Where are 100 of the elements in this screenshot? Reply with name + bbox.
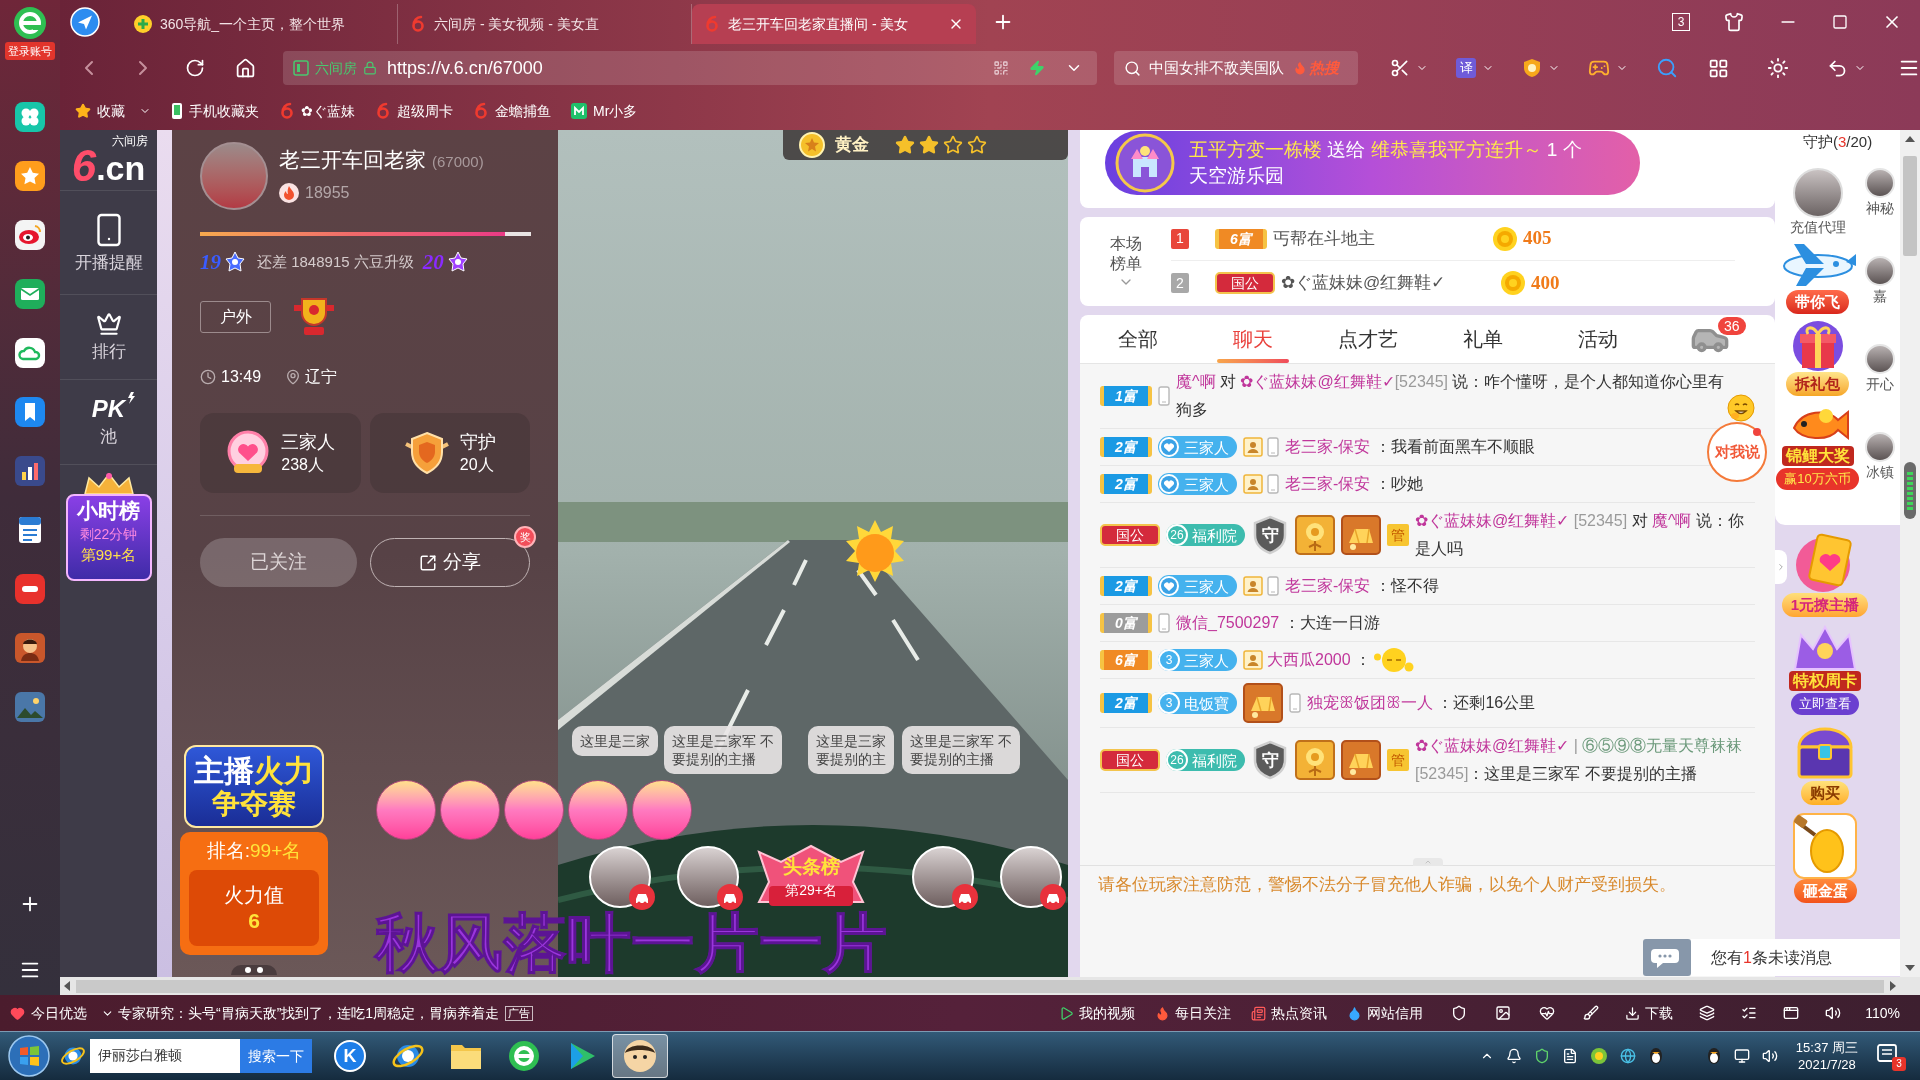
- site-label: 六间房: [315, 58, 357, 78]
- power-value: 6: [248, 908, 260, 934]
- translate-button[interactable]: 译: [1456, 58, 1476, 78]
- clover-icon[interactable]: [15, 102, 45, 132]
- scroll-up-icon[interactable]: [1905, 136, 1915, 142]
- status-link[interactable]: 网站信用: [1347, 1002, 1424, 1024]
- volume-icon[interactable]: [1761, 1048, 1778, 1064]
- network-icon[interactable]: [1733, 1048, 1750, 1064]
- checklist-icon[interactable]: [1741, 1005, 1758, 1021]
- tag-icon[interactable]: [15, 574, 45, 604]
- tab-count-button[interactable]: 3: [1672, 13, 1690, 31]
- taskbar-app[interactable]: [612, 1034, 668, 1078]
- cloud-icon[interactable]: [15, 338, 45, 368]
- window-icon[interactable]: [1783, 1005, 1800, 1021]
- collapse-handle[interactable]: [1412, 858, 1443, 866]
- download-link[interactable]: 下载: [1625, 1002, 1674, 1024]
- qr-code-icon[interactable]: [992, 60, 1009, 76]
- image-icon[interactable]: [1495, 1005, 1512, 1021]
- brush-icon[interactable]: [1583, 1005, 1600, 1021]
- browser-logo-icon[interactable]: [13, 6, 47, 40]
- chat-tab[interactable]: 活动: [1540, 315, 1655, 363]
- search-box[interactable]: 中国女排不敌美国队 热搜: [1113, 51, 1358, 85]
- shield-icon[interactable]: [1533, 1048, 1550, 1064]
- scroll-right-icon[interactable]: [1890, 981, 1896, 991]
- speaker-icon[interactable]: [1825, 1005, 1842, 1021]
- chat-bubbles-icon[interactable]: [1643, 939, 1691, 976]
- taskbar-app[interactable]: K: [322, 1034, 378, 1078]
- avatar: [1865, 256, 1895, 286]
- scroll-down-icon[interactable]: [1905, 965, 1915, 971]
- egg-icon[interactable]: [1793, 813, 1857, 879]
- promo-button[interactable]: 带你飞: [1786, 290, 1849, 314]
- bookmark-link[interactable]: Mr小多: [571, 100, 638, 122]
- tray-clock[interactable]: 15:37 周三 2021/7/28: [1795, 1039, 1858, 1073]
- magnifier-icon[interactable]: [1656, 57, 1678, 79]
- scrollbar-thumb[interactable]: [1903, 156, 1917, 256]
- promo-button[interactable]: 赢10万六币: [1776, 468, 1859, 490]
- document-icon[interactable]: [1561, 1048, 1578, 1064]
- heart-pulse-icon[interactable]: [1539, 1005, 1556, 1021]
- restore-icon[interactable]: [1832, 14, 1848, 30]
- bookmark-icon[interactable]: [15, 397, 45, 427]
- search-button[interactable]: 搜索一下: [240, 1039, 312, 1073]
- landscape-icon[interactable]: [15, 692, 45, 722]
- rank-number: 2: [1171, 273, 1189, 293]
- zoom-level[interactable]: 110%: [1865, 1002, 1900, 1024]
- promo-button[interactable]: 拆礼包: [1786, 372, 1849, 396]
- penguin-icon[interactable]: [1647, 1047, 1664, 1065]
- live-duration: 13:49: [221, 367, 262, 387]
- promo-button[interactable]: 购买: [1801, 781, 1849, 805]
- scissors-icon[interactable]: [1390, 58, 1410, 78]
- chat-tab[interactable]: 点才艺: [1310, 315, 1425, 363]
- chat-tab[interactable]: 全部: [1080, 315, 1195, 363]
- start-button[interactable]: [8, 1035, 50, 1077]
- location: 辽宁: [305, 367, 338, 387]
- globe-icon[interactable]: [1619, 1048, 1636, 1064]
- daily-picks-link[interactable]: 今日优选: [31, 1002, 87, 1024]
- chat-tab[interactable]: 聊天: [1195, 315, 1310, 363]
- cartoon-face-icon: [623, 1039, 657, 1073]
- action-center-icon[interactable]: [1876, 1043, 1898, 1065]
- chat-message: 微信_7500297 ：大连一日游: [1176, 613, 1380, 633]
- stat-card[interactable]: 三家人 238人: [200, 413, 361, 493]
- search-field[interactable]: 中国女排不敌美国队: [1148, 56, 1285, 80]
- follow-button[interactable]: 已关注: [200, 538, 357, 587]
- stat-card[interactable]: 守护 20人: [369, 413, 530, 493]
- character-icon[interactable]: [15, 633, 45, 663]
- skin-icon[interactable]: [1724, 12, 1744, 32]
- bell-icon[interactable]: [1505, 1048, 1522, 1064]
- coin-shield-icon[interactable]: [1522, 58, 1542, 78]
- bookmark-link[interactable]: 金蟾捕鱼: [473, 100, 551, 122]
- coin-icon[interactable]: [1589, 1047, 1608, 1065]
- shield-icon[interactable]: [1451, 1005, 1468, 1021]
- scroll-left-icon[interactable]: [64, 981, 70, 991]
- bookmark-link[interactable]: 超级周卡: [375, 100, 453, 122]
- grid-icon[interactable]: [1708, 57, 1729, 79]
- home-icon[interactable]: [235, 57, 256, 79]
- chat-tab[interactable]: 礼单: [1425, 315, 1540, 363]
- promo-button[interactable]: 立即查看: [1791, 693, 1859, 715]
- site-logo[interactable]: 6.cn: [71, 148, 146, 184]
- address-bar[interactable]: 六间房 https://v.6.cn/67000: [283, 51, 1097, 85]
- bookmark-link[interactable]: 手机收藏夹: [171, 100, 259, 122]
- bookmark-link[interactable]: 收藏: [75, 100, 151, 122]
- bookmark-link[interactable]: ✿ぐ蓝妹: [279, 100, 355, 122]
- news-ticker-link[interactable]: 专家研究：头号“胃病天敌”找到了，连吃1周稳定，胃病养着走: [118, 1002, 500, 1024]
- browser-tab[interactable]: 老三开车回老家直播间 - 美女: [692, 4, 976, 44]
- layers-icon[interactable]: [1699, 1005, 1716, 1021]
- envelope-icon[interactable]: [15, 279, 45, 309]
- status-link[interactable]: 每日关注: [1155, 1002, 1232, 1024]
- login-button[interactable]: 登录账号: [5, 42, 55, 60]
- url-field[interactable]: https://v.6.cn/67000: [387, 54, 987, 82]
- reload-icon[interactable]: [185, 58, 205, 78]
- eye-icon[interactable]: [15, 220, 45, 250]
- unread-notice[interactable]: 您有1条未读消息: [1691, 939, 1900, 976]
- penguin-icon[interactable]: [1705, 1047, 1722, 1065]
- taskbar-search-field[interactable]: 伊丽莎白雅顿: [90, 1039, 240, 1073]
- status-link[interactable]: 热点资讯: [1251, 1002, 1328, 1024]
- browser-tab[interactable]: 360导航_一个主页，整个世界: [122, 4, 398, 44]
- chart-icon[interactable]: [15, 456, 45, 486]
- status-link[interactable]: 我的视频: [1059, 1002, 1136, 1024]
- scrollbar-thumb[interactable]: [76, 979, 1884, 993]
- search-icon[interactable]: [1123, 59, 1141, 77]
- brightness-icon[interactable]: [1767, 57, 1789, 79]
